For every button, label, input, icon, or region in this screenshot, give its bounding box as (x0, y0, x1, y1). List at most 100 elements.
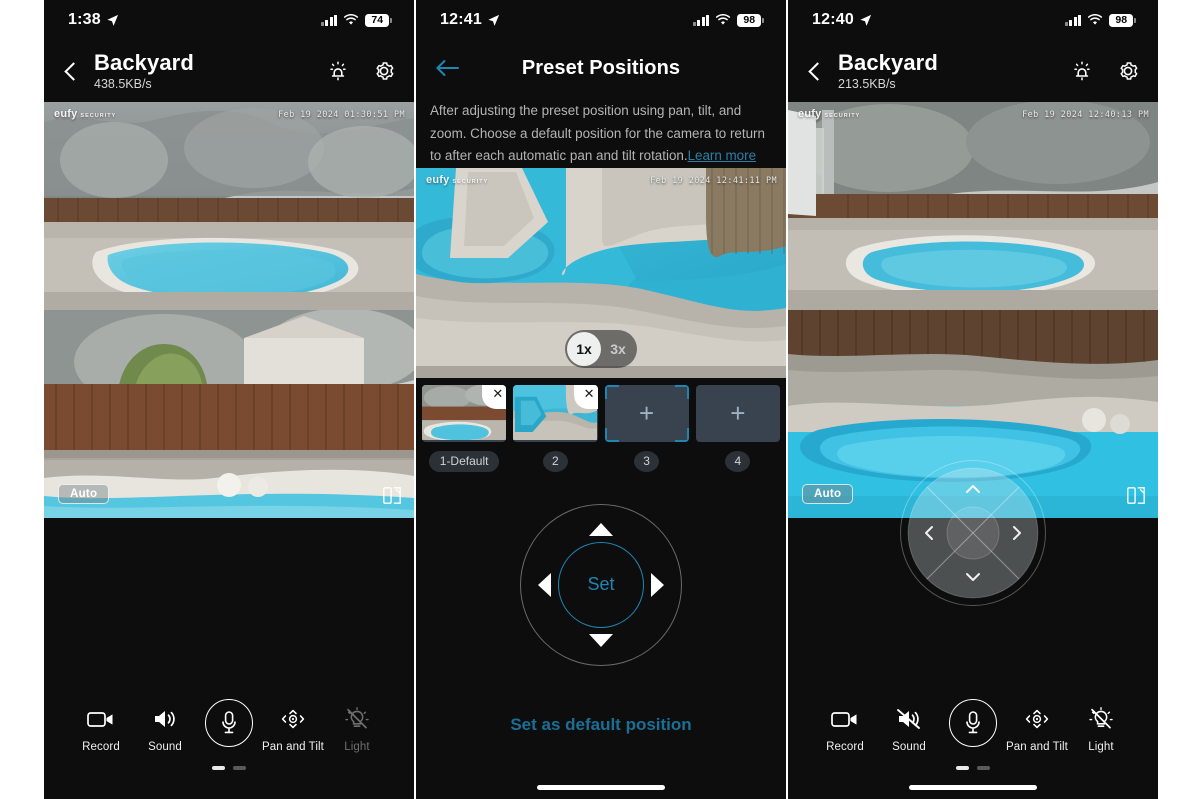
sound-button[interactable]: Sound (878, 704, 940, 753)
auto-mode-badge[interactable]: Auto (58, 484, 110, 504)
video-feed-top[interactable]: eufy SECURITY Feb 19 2024 12:40:13 PM (788, 102, 1158, 310)
light-off-icon (344, 704, 370, 734)
watermark-subtext: SECURITY (80, 113, 117, 119)
talk-button[interactable] (942, 699, 1004, 754)
close-icon: ✕ (583, 385, 595, 401)
left-margin (0, 0, 44, 799)
pan-tilt-button[interactable]: Pan and Tilt (1006, 704, 1068, 753)
pan-tilt-icon (1022, 704, 1052, 734)
light-button[interactable]: Light (326, 704, 388, 753)
watermark-subtext: SECURITY (452, 178, 489, 185)
microphone-icon (949, 699, 997, 747)
video-camera-icon (831, 704, 859, 734)
close-icon: ✕ (492, 385, 504, 401)
siren-alarm-icon[interactable] (326, 59, 350, 83)
bitrate-label: 213.5KB/s (838, 77, 896, 91)
preset-label-1[interactable]: 1-Default (428, 450, 500, 472)
dpad-right-button[interactable] (651, 572, 664, 597)
preset-preview-video[interactable]: eufy SECURITY Feb 19 2024 12:41:11 PM 1x… (416, 167, 786, 378)
video-feed-top[interactable]: eufy SECURITY Feb 19 2024 01:30:51 PM (44, 102, 414, 310)
selection-corner-top-right (674, 384, 689, 399)
zoom-3x-button[interactable]: 3x (601, 332, 635, 366)
zoom-1x-button[interactable]: 1x (567, 331, 601, 366)
video-feed-bottom[interactable]: Auto (44, 310, 414, 518)
battery-indicator: 98 (1109, 13, 1136, 27)
light-button[interactable]: Light (1070, 704, 1132, 753)
home-indicator (909, 785, 1037, 790)
status-indicators: 98 (692, 13, 764, 27)
preset-slot-1[interactable]: ✕ (422, 384, 507, 442)
preset-label-2[interactable]: 2 (542, 450, 568, 472)
phone-screen-preset-positions: 12:41 98 Preset Positions After adjustin… (416, 0, 786, 799)
record-button[interactable]: Record (814, 704, 876, 753)
selection-corner-top-left (604, 384, 619, 399)
dpad-left-button[interactable] (538, 572, 551, 597)
preset-label-4[interactable]: 4 (725, 450, 751, 472)
nav-actions (1070, 59, 1140, 83)
bitrate-label: 438.5KB/s (94, 77, 152, 91)
wifi-icon (716, 14, 731, 25)
pan-tilt-joystick[interactable] (900, 460, 1046, 606)
dpad-set-label: Set (587, 574, 615, 594)
sound-button[interactable]: Sound (134, 704, 196, 753)
dual-view-icon[interactable] (1126, 485, 1146, 506)
eufy-watermark: eufy SECURITY (54, 108, 116, 120)
joystick-segments (907, 467, 1039, 599)
dpad-set-button[interactable]: Set (558, 541, 644, 628)
dual-view-icon[interactable] (382, 485, 402, 506)
nav-header: Preset Positions (416, 40, 786, 96)
cellular-bars-icon (1064, 14, 1082, 26)
battery-cap (762, 17, 764, 23)
location-arrow-icon (107, 14, 118, 26)
back-button[interactable] (802, 51, 832, 91)
microphone-icon (205, 699, 253, 747)
battery-indicator: 98 (737, 13, 764, 27)
screenshot-stage: 1:38 74 Backyard 438.5KB/s eufy SECURITY… (0, 0, 1200, 799)
wifi-icon (1088, 14, 1103, 25)
arrow-left-icon (436, 60, 459, 76)
pan-tilt-dpad: Set (520, 503, 682, 666)
back-button[interactable] (58, 51, 88, 91)
nav-title-group: Backyard 213.5KB/s (838, 50, 1070, 92)
light-off-icon (1088, 704, 1114, 734)
video-timestamp: Feb 19 2024 12:41:11 PM (650, 175, 777, 186)
battery-level: 98 (1109, 13, 1134, 27)
page-title: Preset Positions (521, 56, 681, 79)
gear-icon[interactable] (372, 59, 396, 83)
gear-icon[interactable] (1116, 59, 1140, 83)
pan-tilt-button[interactable]: Pan and Tilt (262, 704, 324, 753)
back-button[interactable] (434, 53, 468, 83)
home-indicator (537, 785, 665, 790)
status-time: 12:40 (812, 11, 854, 28)
selection-corner-bottom-left (604, 427, 619, 442)
auto-mode-badge[interactable]: Auto (802, 484, 854, 504)
status-time-group: 12:41 (440, 11, 500, 29)
page-dot-active (956, 766, 969, 770)
siren-alarm-icon[interactable] (1070, 59, 1094, 83)
page-dot-active (212, 766, 225, 770)
status-time-group: 12:40 (812, 11, 872, 29)
preset-slot-3[interactable]: + (604, 384, 689, 442)
talk-button[interactable] (198, 699, 260, 754)
learn-more-link[interactable]: Learn more (688, 148, 756, 163)
preset-slot-4[interactable]: + (695, 384, 780, 442)
set-as-default-button[interactable]: Set as default position (416, 715, 786, 735)
status-time: 12:41 (440, 11, 482, 28)
dpad-down-button[interactable] (589, 633, 613, 647)
bottom-toolbar: Record Sound Pan and Tilt Light (44, 690, 414, 799)
page-indicator (788, 766, 1158, 770)
preset-slot-2[interactable]: ✕ (513, 384, 598, 442)
preset-label-2-wrap: 2 (513, 450, 597, 472)
delete-preset-2-button[interactable]: ✕ (573, 384, 598, 409)
record-button[interactable]: Record (70, 704, 132, 753)
battery-level: 98 (737, 13, 762, 27)
preset-label-3[interactable]: 3 (634, 450, 660, 472)
preset-label-3-wrap: 3 (605, 450, 689, 472)
cellular-bars-icon (692, 14, 710, 26)
location-arrow-icon (488, 14, 499, 26)
dpad-up-button[interactable] (589, 522, 613, 536)
delete-preset-1-button[interactable]: ✕ (482, 384, 507, 409)
page-title: Backyard (94, 50, 194, 75)
sound-label: Sound (148, 741, 182, 753)
nav-header: Backyard 213.5KB/s (788, 40, 1158, 102)
